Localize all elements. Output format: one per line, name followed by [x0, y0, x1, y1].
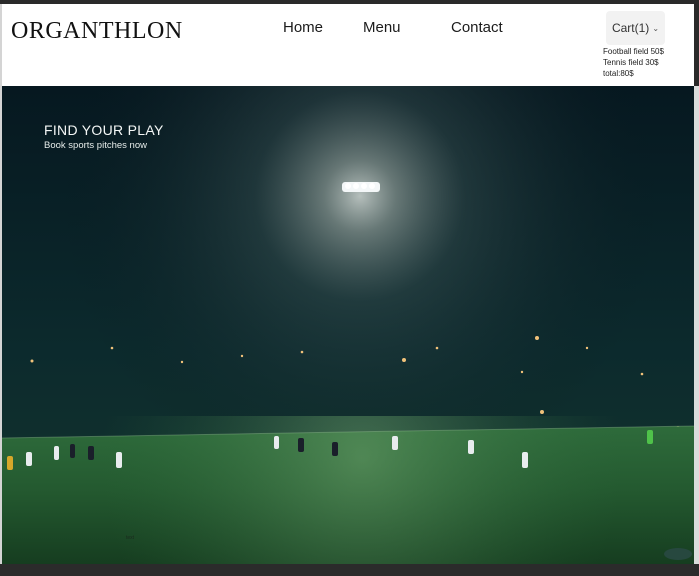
site-header: ORGANTHLON Home Menu Contact Cart(1) ⌄: [2, 4, 694, 86]
cart-item: Tennis field 30$: [603, 58, 659, 67]
hero-caption: text: [126, 535, 135, 541]
nav-contact-link[interactable]: Contact: [451, 19, 503, 36]
nav-menu-link[interactable]: Menu: [363, 19, 401, 36]
hero-section: FIND YOUR PLAY Book sports pitches now t…: [2, 86, 694, 564]
cart-dropdown: Football field 50$ Tennis field 30$ tota…: [603, 46, 693, 79]
cart-button[interactable]: Cart(1) ⌄: [606, 11, 665, 45]
floodlight: [342, 182, 380, 192]
cart-label: Cart(1): [611, 21, 650, 35]
bottom-bar: [0, 564, 699, 576]
hero-title: FIND YOUR PLAY: [44, 122, 164, 138]
page: ORGANTHLON Home Menu Contact Cart(1) ⌄ F…: [0, 0, 699, 576]
hero-subtitle: Book sports pitches now: [44, 140, 147, 151]
hero-image: [2, 86, 694, 564]
site-logo[interactable]: ORGANTHLON: [11, 18, 183, 45]
chevron-down-icon: ⌄: [652, 23, 660, 33]
right-edge: [694, 86, 699, 564]
cart-total: total:80$: [603, 69, 634, 78]
nav-home-link[interactable]: Home: [283, 19, 323, 36]
cart-item: Football field 50$: [603, 47, 664, 56]
